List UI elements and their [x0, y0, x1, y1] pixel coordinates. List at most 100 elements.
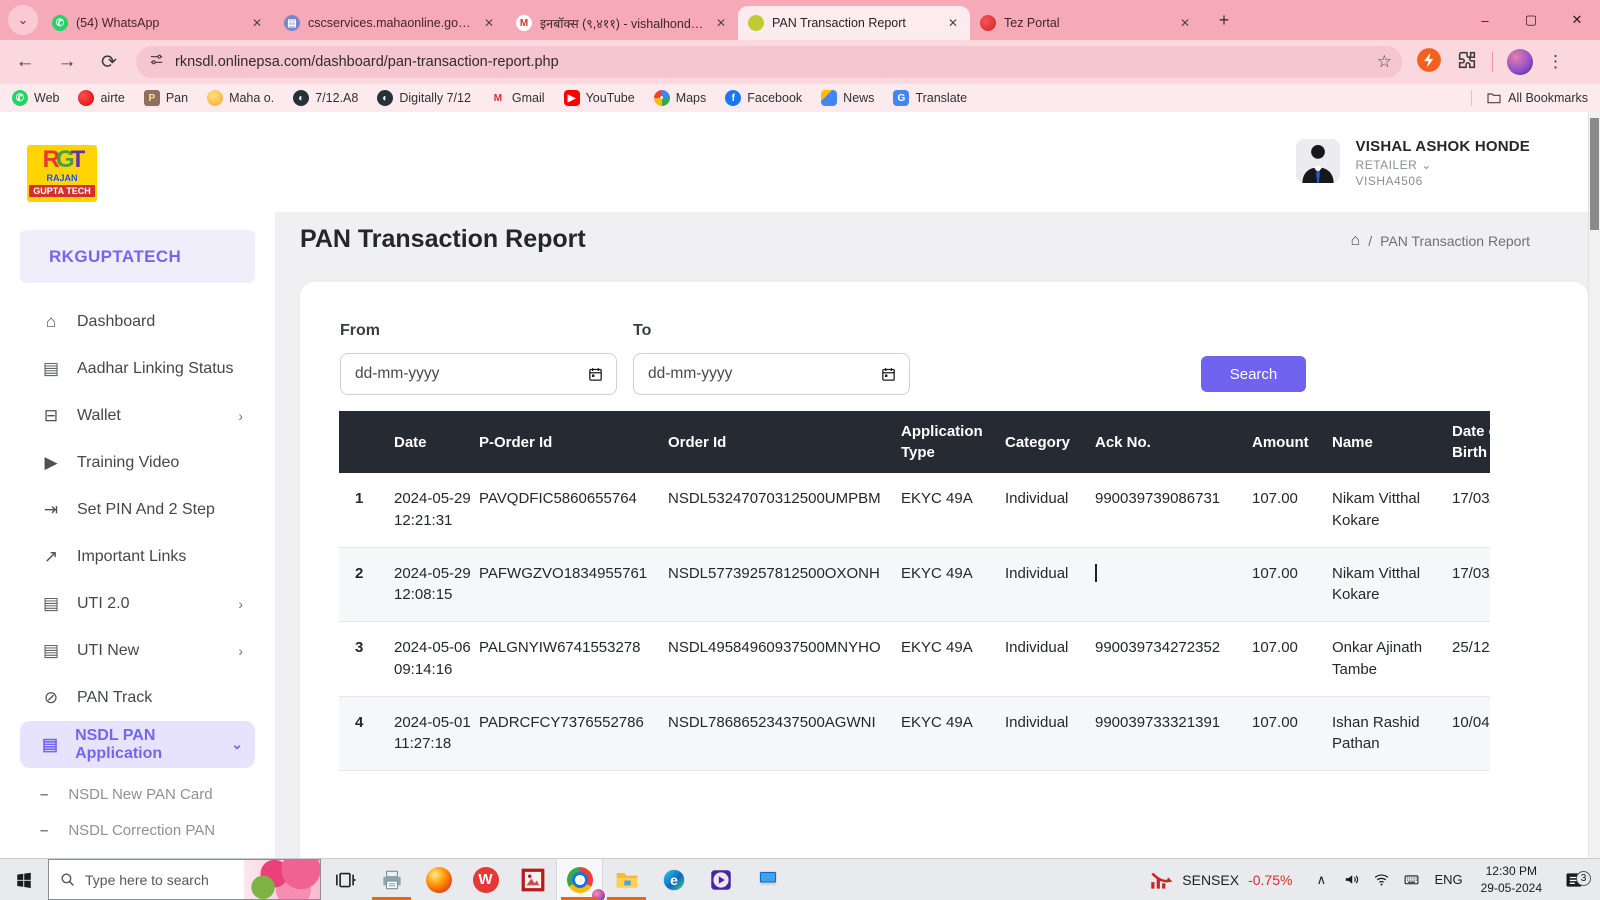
close-tab-icon[interactable]: ✕ [248, 14, 266, 32]
bookmark-item[interactable]: G Translate [893, 90, 967, 106]
sidebar-item[interactable]: ⊟ Wallet › [20, 392, 255, 439]
close-tab-icon[interactable]: ✕ [480, 14, 498, 32]
wifi-icon[interactable] [1368, 871, 1394, 888]
sidebar-sub-label: NSDL Correction PAN [68, 822, 215, 839]
bookmark-item[interactable]: f Facebook [725, 90, 802, 106]
browser-profile-avatar[interactable] [1507, 49, 1533, 75]
refresh-button[interactable]: ⟳ [92, 45, 126, 79]
site-info-icon[interactable] [148, 51, 165, 73]
extension-bolt-icon[interactable] [1416, 47, 1442, 78]
taskbar-app-icon[interactable] [415, 859, 462, 900]
to-date-input[interactable]: dd-mm-yyyy [633, 353, 910, 395]
taskbar-app-icon[interactable] [697, 859, 744, 900]
sidebar-item[interactable]: ⇥ Set PIN And 2 Step [20, 486, 255, 533]
taskbar-app-icon[interactable] [321, 859, 368, 900]
user-role[interactable]: RETAILER ⌄ [1356, 158, 1530, 172]
home-icon[interactable]: ⌂ [1351, 232, 1361, 250]
maximize-button[interactable]: ▢ [1508, 0, 1554, 40]
sidebar-sub-item[interactable]: – NSDL Correction PAN [0, 812, 275, 848]
bookmark-favicon: ◐ [293, 90, 309, 106]
bookmark-item[interactable]: P Pan [144, 90, 188, 106]
page-header: VISHAL ASHOK HONDE RETAILER ⌄ VISHA4506 [275, 112, 1588, 212]
sidebar-item[interactable]: ▤ Aadhar Linking Status [20, 345, 255, 392]
tray-chevron-icon[interactable]: ∧ [1308, 872, 1334, 888]
bookmark-item[interactable]: M Gmail [490, 90, 545, 106]
search-button[interactable]: Search [1201, 356, 1306, 392]
back-button[interactable]: ← [8, 45, 42, 79]
start-button[interactable] [0, 859, 48, 900]
sidebar-item[interactable]: ⌂ Dashboard [20, 298, 255, 345]
user-block[interactable]: VISHAL ASHOK HONDE RETAILER ⌄ VISHA4506 [1296, 138, 1530, 188]
bookmark-item[interactable]: ◐ 7/12.A8 [293, 90, 358, 106]
close-tab-icon[interactable]: ✕ [1176, 14, 1194, 32]
bookmarks-bar: ✆ Web airte P Pan Maha o. [0, 84, 1600, 112]
bookmark-item[interactable]: News [821, 90, 874, 106]
taskbar-search-box[interactable]: Type here to search [48, 859, 321, 900]
bookmark-star-icon[interactable]: ☆ [1377, 52, 1392, 72]
forward-button[interactable]: → [50, 45, 84, 79]
cell-category: Individual [1005, 696, 1095, 771]
bookmark-item[interactable]: • Maps [654, 90, 707, 106]
taskbar-app-icon[interactable]: e [650, 859, 697, 900]
scrollbar-thumb[interactable] [1590, 118, 1599, 230]
taskbar-app-icon[interactable]: W [462, 859, 509, 900]
taskbar-app-icon[interactable] [509, 859, 556, 900]
browser-tab[interactable]: ✆ (54) WhatsApp ✕ [42, 6, 274, 40]
chevron-down-icon: ⌄ [1421, 158, 1432, 172]
volume-icon[interactable] [1338, 871, 1364, 888]
close-tab-icon[interactable]: ✕ [944, 14, 962, 32]
cell-ack-no[interactable]: 990039739086731 [1095, 473, 1252, 547]
from-date-input[interactable]: dd-mm-yyyy [340, 353, 617, 395]
taskbar-app-icon[interactable] [556, 859, 603, 900]
taskbar-apps: W e [321, 859, 791, 900]
taskbar-app-icon[interactable] [368, 859, 415, 900]
browser-tab[interactable]: M इनबॉक्स (९,४११) - vishalhonde95 ✕ [506, 6, 738, 40]
notification-center-button[interactable]: 3 [1554, 870, 1594, 890]
browser-menu-icon[interactable]: ⋮ [1547, 52, 1564, 72]
sensex-widget[interactable]: SENSEX -0.75% [1148, 859, 1292, 900]
calendar-icon[interactable] [587, 366, 604, 383]
sidebar-item[interactable]: ▤ UTI 2.0 › [20, 580, 255, 627]
sidebar-item[interactable]: ▤ NSDL PAN Application ⌄ [20, 721, 255, 768]
minimize-button[interactable]: – [1462, 0, 1508, 40]
browser-tab[interactable]: Tez Portal ✕ [970, 6, 1202, 40]
text-caret [1095, 564, 1097, 582]
browser-tab[interactable]: ▤ cscservices.mahaonline.gov.in/ ✕ [274, 6, 506, 40]
address-bar[interactable]: rknsdl.onlinepsa.com/dashboard/pan-trans… [136, 46, 1402, 78]
close-window-button[interactable]: ✕ [1554, 0, 1600, 40]
main-area: VISHAL ASHOK HONDE RETAILER ⌄ VISHA4506 … [275, 112, 1588, 858]
bookmark-favicon: • [654, 90, 670, 106]
tab-search-button[interactable]: ⌄ [8, 5, 38, 35]
cell-order-id: NSDL53247070312500UMPBM [668, 473, 901, 547]
bookmark-item[interactable]: airte [78, 90, 124, 106]
cell-application-type: EKYC 49A [901, 622, 1005, 697]
taskbar-app-icon[interactable] [603, 859, 650, 900]
clock[interactable]: 12:30 PM 29-05-2024 [1481, 863, 1542, 895]
close-tab-icon[interactable]: ✕ [712, 14, 730, 32]
table-body: 1 2024-05-29 12:21:31 PAVQDFIC5860655764… [339, 473, 1490, 771]
page-scrollbar[interactable] [1588, 112, 1600, 858]
touch-keyboard-icon[interactable] [1398, 871, 1424, 888]
taskbar-app-icon[interactable] [744, 859, 791, 900]
calendar-icon[interactable] [880, 366, 897, 383]
sidebar-item[interactable]: ↗ Important Links [20, 533, 255, 580]
cell-ack-no[interactable]: 990039734272352 [1095, 622, 1252, 697]
new-tab-button[interactable]: + [1210, 6, 1238, 34]
search-highlight-image[interactable] [244, 860, 320, 899]
cell-ack-no[interactable]: 990039733321391 [1095, 696, 1252, 771]
browser-tab[interactable]: PAN Transaction Report ✕ [738, 6, 970, 40]
bookmark-item[interactable]: Maha o. [207, 90, 274, 106]
url-text[interactable]: rknsdl.onlinepsa.com/dashboard/pan-trans… [175, 54, 1377, 70]
sidebar-sub-item[interactable]: – NSDL New PAN Card [0, 776, 275, 812]
bookmark-item[interactable]: ◐ Digitally 7/12 [377, 90, 471, 106]
bookmark-item[interactable]: ▶ YouTube [564, 90, 635, 106]
extensions-puzzle-icon[interactable] [1456, 49, 1478, 76]
cell-ack-no[interactable] [1095, 547, 1252, 622]
bookmark-item[interactable]: ✆ Web [12, 90, 59, 106]
sensex-label: SENSEX [1182, 872, 1239, 888]
all-bookmarks-button[interactable]: All Bookmarks [1471, 90, 1588, 106]
sidebar-item[interactable]: ▶ Training Video [20, 439, 255, 486]
language-indicator[interactable]: ENG [1434, 872, 1462, 887]
sidebar-item[interactable]: ▤ UTI New › [20, 627, 255, 674]
sidebar-item[interactable]: ⊘ PAN Track [20, 674, 255, 721]
